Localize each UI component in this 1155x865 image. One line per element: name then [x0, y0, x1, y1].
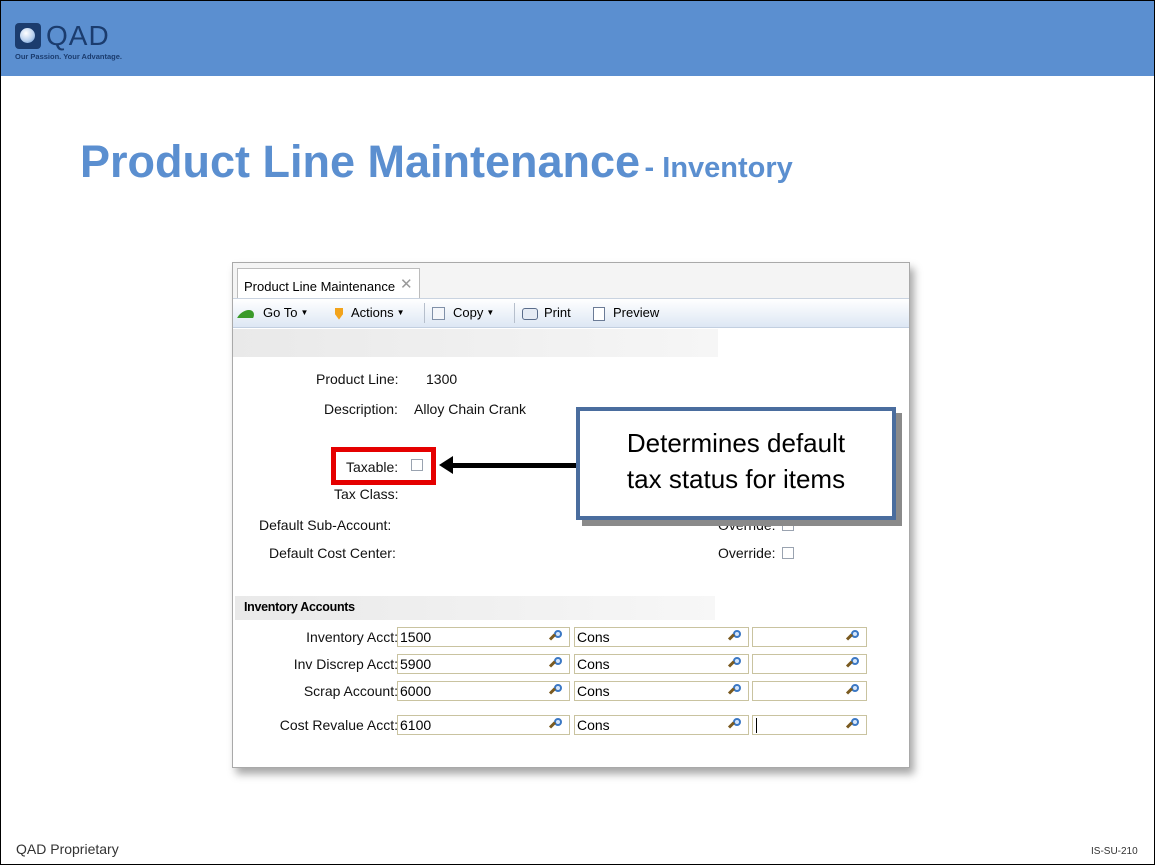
inventory-sub-account-value: Cons [577, 629, 610, 645]
search-icon[interactable] [730, 684, 743, 697]
text-cursor [756, 718, 757, 733]
callout-line-1: Determines default [626, 428, 846, 458]
inventory-accounts-header: Inventory Accounts [235, 596, 715, 620]
toolbar: Go To ▼ Actions ▼ Copy ▼ Print Preview [233, 299, 909, 328]
cost-revalue-acct-label: Cost Revalue Acct: [279, 717, 398, 733]
search-icon[interactable] [730, 657, 743, 670]
chevron-down-icon: ▼ [300, 308, 309, 317]
scrap-account-label: Scrap Account: [303, 683, 398, 699]
default-cost-center-label: Default Cost Center: [269, 545, 396, 561]
callout-line-2: tax status for items [626, 464, 846, 494]
print-button[interactable]: Print [522, 305, 571, 320]
default-sub-account-label: Default Sub-Account: [259, 517, 392, 533]
callout-box: Determines default tax status for items [576, 407, 896, 520]
actions-label: Actions [351, 305, 394, 320]
print-label: Print [544, 305, 571, 320]
arrow-left-icon [439, 456, 453, 474]
scrap-account-field[interactable]: 6000 [397, 681, 570, 701]
footer-proprietary: QAD Proprietary [16, 841, 119, 857]
override-label-cost-center: Override: [718, 545, 776, 561]
cost-revalue-acct-value: 6100 [400, 717, 432, 733]
actions-button[interactable]: Actions ▼ [335, 305, 405, 320]
slide-title-sub: - Inventory [644, 152, 793, 184]
inventory-sub-account-field[interactable]: Cons [574, 627, 749, 647]
goto-arrow-icon [237, 309, 257, 318]
toolbar-divider [424, 303, 425, 323]
goto-label: Go To [263, 305, 298, 320]
callout-arrow [450, 463, 576, 468]
search-icon[interactable] [551, 657, 564, 670]
cost-revalue-cost-center-field[interactable] [752, 715, 867, 735]
chevron-down-icon: ▼ [486, 308, 495, 317]
override-checkbox-cost-center[interactable] [782, 547, 794, 559]
scrap-cost-center-field[interactable] [752, 681, 867, 701]
inv-discrep-sub-account-field[interactable]: Cons [574, 654, 749, 674]
cost-revalue-acct-field[interactable]: 6100 [397, 715, 570, 735]
toolbar-divider [514, 303, 515, 323]
preview-button[interactable]: Preview [593, 305, 659, 321]
tab-product-line-maintenance[interactable]: Product Line Maintenance ✕ [237, 268, 420, 298]
footer-slide-code: IS-SU-210 [1091, 846, 1138, 857]
preview-label: Preview [613, 305, 660, 320]
inv-discrep-cost-center-field[interactable] [752, 654, 867, 674]
inv-discrep-acct-value: 5900 [400, 656, 432, 672]
inv-discrep-acct-label: Inv Discrep Acct: [293, 656, 398, 672]
search-icon[interactable] [730, 718, 743, 731]
scrap-account-value: 6000 [400, 683, 432, 699]
inv-discrep-acct-field[interactable]: 5900 [397, 654, 570, 674]
inv-discrep-sub-account-value: Cons [577, 656, 610, 672]
cost-revalue-sub-account-value: Cons [577, 717, 610, 733]
inventory-accounts-title: Inventory Accounts [244, 600, 355, 614]
inventory-cost-center-field[interactable] [752, 627, 867, 647]
copy-button[interactable]: Copy ▼ [432, 305, 495, 321]
search-icon[interactable] [551, 718, 564, 731]
search-icon[interactable] [848, 684, 861, 697]
actions-icon [335, 307, 343, 320]
close-icon[interactable]: ✕ [400, 275, 413, 293]
header-band [233, 329, 718, 357]
app-window: Product Line Maintenance ✕ Go To ▼ Action… [232, 262, 910, 768]
inventory-acct-value: 1500 [400, 629, 432, 645]
product-line-value: 1300 [426, 371, 458, 387]
qad-logo-icon [15, 23, 41, 49]
description-value: Alloy Chain Crank [414, 401, 527, 417]
copy-label: Copy [453, 305, 484, 320]
search-icon[interactable] [730, 630, 743, 643]
chevron-down-icon: ▼ [396, 308, 405, 317]
slide-title-main: Product Line Maintenance [80, 136, 641, 187]
preview-icon [593, 306, 605, 321]
scrap-sub-account-field[interactable]: Cons [574, 681, 749, 701]
printer-icon [522, 307, 538, 320]
tab-label: Product Line Maintenance [244, 279, 396, 294]
override-checkbox-sub-account[interactable] [782, 519, 794, 531]
search-icon[interactable] [551, 684, 564, 697]
taxable-highlight [331, 447, 436, 485]
scrap-sub-account-value: Cons [577, 683, 610, 699]
inventory-acct-field[interactable]: 1500 [397, 627, 570, 647]
copy-icon [432, 307, 445, 321]
search-icon[interactable] [848, 657, 861, 670]
header-banner: QAD Our Passion. Your Advantage. [1, 1, 1154, 76]
cost-revalue-sub-account-field[interactable]: Cons [574, 715, 749, 735]
slide-title: Product Line Maintenance - Inventory [80, 136, 793, 188]
qad-logo-tagline: Our Passion. Your Advantage. [15, 52, 122, 61]
tab-bar: Product Line Maintenance ✕ [233, 263, 909, 299]
description-label: Description: [324, 401, 398, 417]
goto-button[interactable]: Go To ▼ [237, 305, 309, 320]
tax-class-label: Tax Class: [334, 486, 399, 502]
inventory-acct-label: Inventory Acct: [306, 629, 398, 645]
qad-logo-text: QAD [46, 20, 110, 51]
product-line-label: Product Line: [316, 371, 399, 387]
search-icon[interactable] [551, 630, 564, 643]
search-icon[interactable] [848, 630, 861, 643]
search-icon[interactable] [848, 718, 861, 731]
